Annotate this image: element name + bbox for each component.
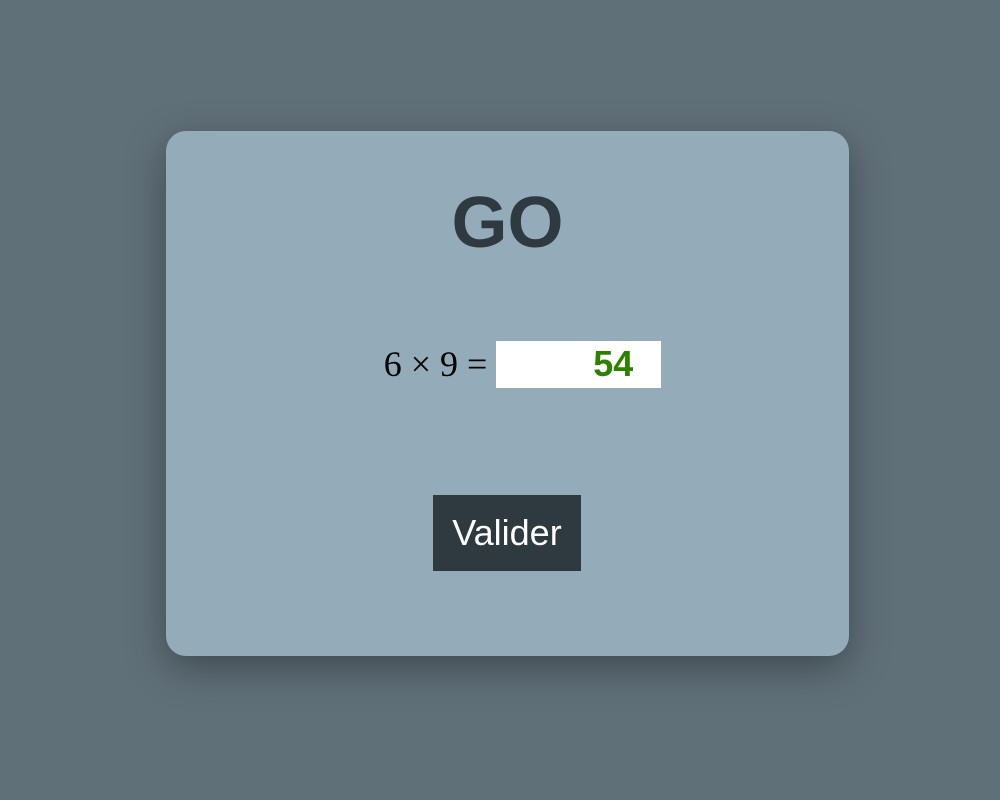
equation-row: 6 × 9 = (166, 340, 849, 388)
answer-input[interactable] (496, 340, 662, 388)
quiz-card: GO 6 × 9 = Valider (166, 131, 849, 656)
status-title: GO (451, 183, 564, 263)
equation-text: 6 × 9 = (383, 344, 488, 384)
validate-button[interactable]: Valider (433, 495, 581, 571)
